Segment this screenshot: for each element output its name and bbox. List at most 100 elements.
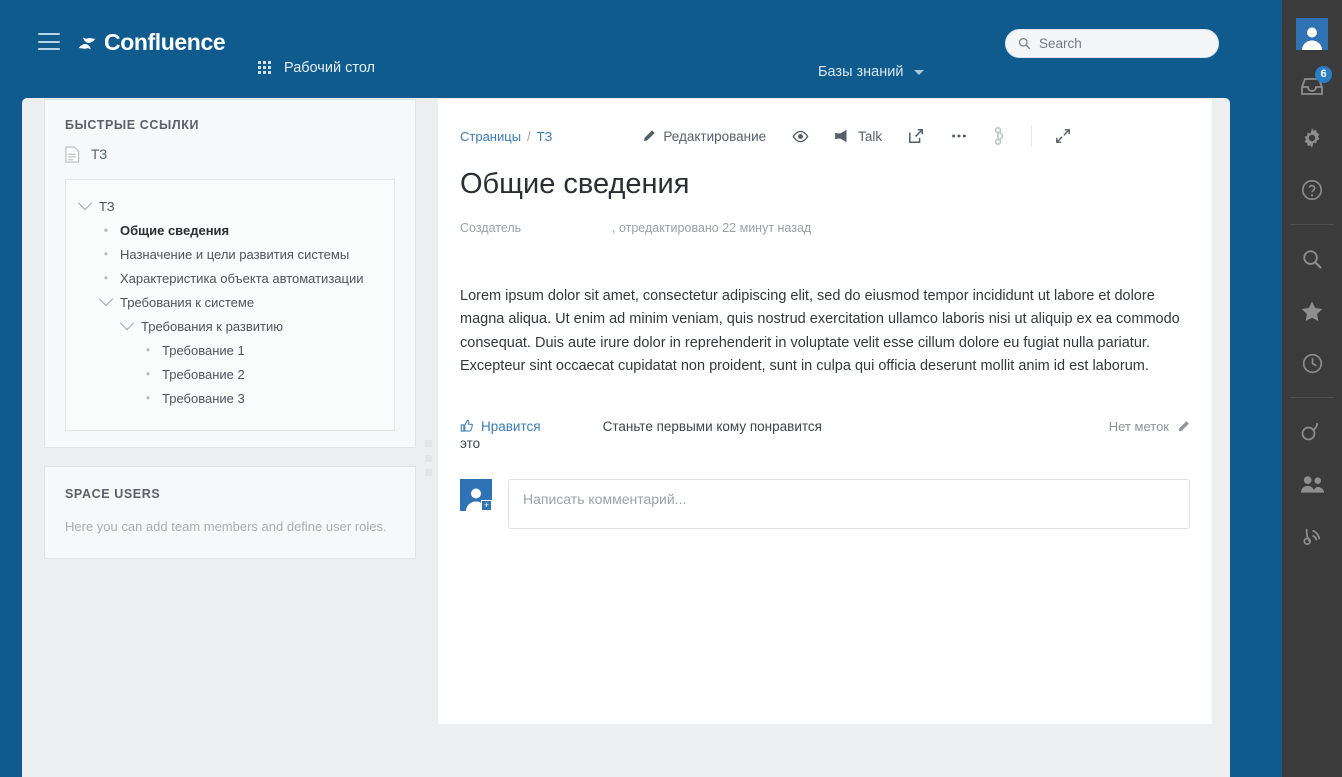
toolbar-divider (1031, 125, 1033, 147)
question-circle-icon (1302, 180, 1322, 200)
rail-item-links[interactable] (1290, 406, 1334, 458)
avatar: + (460, 478, 492, 511)
rail-item-search[interactable] (1290, 233, 1334, 285)
add-avatar-badge: + (481, 499, 492, 511)
labels-control[interactable]: Нет меток (1109, 419, 1190, 434)
rail-item-history[interactable] (1290, 337, 1334, 389)
page-title: Общие сведения (460, 168, 690, 200)
breadcrumb-root[interactable]: Страницы (460, 129, 521, 144)
pencil-icon (1178, 420, 1189, 431)
chevron-down-icon (119, 316, 135, 331)
quick-links-title: БЫСТРЫЕ ССЫЛКИ (65, 118, 200, 132)
chevron-down-icon (77, 196, 93, 211)
tree-item[interactable]: ТЗ (66, 194, 394, 218)
nav-item-knowledge-bases[interactable]: Базы знаний (818, 64, 925, 80)
tree-item[interactable]: • Требование 2 (66, 362, 394, 386)
talk-label: Talk (858, 128, 883, 144)
like-label: Нравится (481, 418, 541, 434)
labels-text: Нет меток (1108, 418, 1169, 434)
rail-item-favorites[interactable] (1290, 285, 1334, 337)
tree-item[interactable]: • Характеристика объекта автоматизации (66, 266, 394, 290)
confluence-app: Confluence Рабочий стол Базы знаний test (0, 0, 1342, 777)
gear-icon (1304, 128, 1320, 148)
page-tree-branch-button[interactable] (981, 123, 1021, 149)
tree-item[interactable]: • Требование 1 (66, 338, 394, 362)
tree-item-label: Назначение и цели развития системы (120, 246, 350, 262)
expand-arrows-icon (1056, 129, 1071, 143)
confluence-logo[interactable]: Confluence (76, 29, 226, 56)
rail-item-profile[interactable] (1290, 8, 1334, 60)
tree-item[interactable]: • Назначение и цели развития системы (66, 242, 394, 266)
inbox-badge: 6 (1315, 66, 1332, 83)
search-icon (1018, 37, 1031, 50)
tree-item[interactable]: • Общие сведения (66, 218, 394, 242)
page-toolbar: Редактирование Talk (629, 123, 1084, 149)
quick-links-panel: БЫСТРЫЕ ССЫЛКИ ТЗ ТЗ • Общие сведения • Назн… (44, 99, 416, 448)
space-sidebar: БЫСТРЫЕ ССЫЛКИ ТЗ ТЗ • Общие сведения • Назн… (44, 99, 416, 559)
chevron-down-icon (914, 69, 925, 75)
rail-divider (1290, 224, 1334, 225)
page-document-icon (65, 146, 80, 163)
grid-apps-icon (258, 61, 272, 75)
sidebar-resize-handle[interactable] (424, 440, 432, 476)
bullet-icon: • (145, 391, 151, 405)
rail-item-settings[interactable] (1290, 112, 1334, 164)
brand-label: Confluence (104, 29, 226, 55)
search-box[interactable] (1005, 29, 1219, 58)
rail-item-people[interactable] (1290, 458, 1334, 510)
breadcrumb-current[interactable]: ТЗ (537, 129, 553, 144)
chevron-down-icon (98, 292, 114, 307)
space-users-title: SPACE USERS (65, 487, 161, 501)
bullet-icon: • (103, 247, 109, 261)
thumbs-up-icon (460, 419, 473, 432)
people-icon (1300, 476, 1324, 493)
space-users-note: Here you can add team members and define… (65, 519, 387, 534)
like-row: Нравится Станьте первыми кому понравится… (460, 419, 1190, 434)
tree-item[interactable]: Требования к развитию (66, 314, 394, 338)
bullet-icon: • (145, 367, 151, 381)
tree-item-label: Требование 3 (162, 390, 245, 406)
ellipsis-icon (952, 134, 967, 138)
right-rail: 6 (1282, 0, 1342, 777)
comment-row: + (460, 478, 1190, 529)
tree-item[interactable]: • Требование 3 (66, 386, 394, 410)
edit-button[interactable]: Редактирование (629, 123, 779, 149)
rss-feed-icon (1302, 528, 1320, 545)
pencil-icon (644, 130, 656, 142)
tree-item-label: Характеристика объекта автоматизации (120, 270, 364, 286)
clock-icon (1302, 353, 1322, 373)
tree-item-label: Требование 2 (162, 366, 245, 382)
tree-item-label: Общие сведения (120, 222, 230, 238)
bullet-icon: • (103, 223, 109, 237)
breadcrumb-separator: / (527, 128, 531, 144)
hamburger-icon[interactable] (38, 33, 60, 50)
expand-button[interactable] (1042, 123, 1084, 149)
megaphone-icon (835, 129, 847, 143)
quick-link-item[interactable]: ТЗ (65, 132, 395, 179)
rail-item-blog[interactable] (1290, 510, 1334, 562)
page-author[interactable]: Создатель (460, 221, 612, 235)
talk-button[interactable]: Talk (822, 123, 895, 149)
page-body: Lorem ipsum dolor sit amet, consectetur … (460, 287, 1180, 375)
rail-item-inbox[interactable]: 6 (1290, 60, 1334, 112)
like-hint: Станьте первыми кому понравится (602, 418, 822, 434)
nav-desktop-label: Рабочий стол (284, 60, 376, 76)
comment-input[interactable] (508, 478, 1190, 529)
watch-button[interactable] (779, 123, 822, 149)
share-export-icon (909, 129, 924, 143)
nav-item-desktop[interactable]: Рабочий стол (258, 60, 375, 76)
edit-label: Редактирование (663, 128, 767, 144)
search-input[interactable] (1039, 36, 1206, 51)
bullet-icon: • (103, 271, 109, 285)
breadcrumb: Страницы / ТЗ Редактирование Talk (460, 123, 1190, 149)
page-edited-time: , отредактировано 22 минут назад (612, 220, 812, 235)
share-button[interactable] (895, 123, 937, 149)
rail-item-help[interactable] (1290, 164, 1334, 216)
more-actions-button[interactable] (937, 123, 981, 149)
page-meta: Создатель , отредактировано 22 минут наз… (460, 221, 1190, 235)
search-icon (1302, 249, 1322, 269)
tree-item-label: Требование 1 (162, 342, 245, 358)
like-button[interactable]: Нравится (460, 419, 541, 434)
star-icon (1301, 301, 1323, 321)
tree-item[interactable]: Требования к системе (66, 290, 394, 314)
